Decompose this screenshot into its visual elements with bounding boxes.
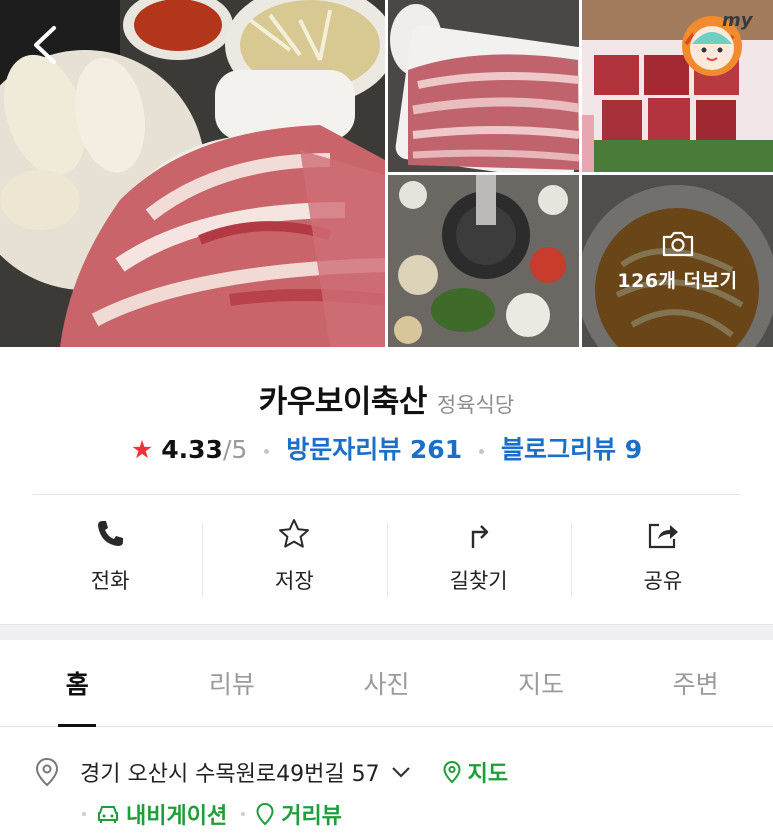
map-link-label: 지도	[467, 762, 509, 787]
rating-max: /5	[222, 435, 248, 464]
place-name: 카우보이축산	[258, 384, 428, 420]
address-sub-links: 내비게이션 거리뷰	[80, 798, 342, 830]
tab-photos[interactable]: 사진	[309, 640, 464, 726]
photo-gallery: 126개 더보기 my	[0, 0, 773, 347]
visitor-reviews-link[interactable]: 방문자리뷰 261	[286, 435, 462, 464]
directions-arrow-icon	[471, 525, 488, 548]
separator-dot	[241, 812, 246, 816]
phone-icon	[98, 521, 124, 546]
tab-nearby[interactable]: 주변	[618, 640, 773, 726]
directions-button[interactable]: 길찾기	[386, 509, 571, 609]
tab-map[interactable]: 지도	[464, 640, 619, 726]
tab-home[interactable]: 홈	[0, 640, 155, 727]
place-title-row: 카우보이축산 정육식당	[0, 376, 773, 421]
back-arrow-icon[interactable]	[26, 22, 66, 68]
camera-icon	[662, 231, 693, 256]
chevron-down-icon[interactable]	[390, 765, 412, 779]
directions-label: 길찾기	[449, 569, 508, 593]
map-link[interactable]: 지도	[442, 756, 508, 788]
tab-reviews[interactable]: 리뷰	[155, 640, 310, 726]
save-label: 저장	[275, 569, 314, 593]
call-button[interactable]: 전화	[18, 509, 202, 609]
separator-dot	[82, 812, 86, 816]
separator-dot	[264, 448, 270, 454]
address-row: 경기 오산시 수목원로49번길 57 지도	[34, 756, 508, 788]
my-profile-badge-icon[interactable]: my	[678, 4, 754, 80]
share-icon	[648, 523, 678, 549]
street-view-link[interactable]: 거리뷰	[255, 798, 342, 830]
save-button[interactable]: 저장	[202, 509, 386, 609]
address-text: 경기 오산시 수목원로49번길 57	[80, 762, 380, 787]
star-outline-icon	[279, 519, 310, 548]
rating-score: 4.33	[161, 435, 223, 464]
place-category: 정육식당	[436, 393, 515, 417]
location-pin-icon	[35, 757, 59, 787]
map-pin-icon	[443, 760, 461, 784]
divider	[33, 494, 740, 495]
street-view-link-label: 거리뷰	[281, 804, 342, 829]
tab-bar: 홈 리뷰 사진 지도 주변	[0, 640, 773, 727]
thumbnail-photo-1[interactable]	[388, 0, 579, 172]
more-photos-overlay[interactable]: 126개 더보기	[582, 175, 773, 347]
share-button[interactable]: 공유	[570, 509, 755, 609]
navigation-link-label: 내비게이션	[126, 804, 228, 829]
my-badge-text: my	[722, 10, 754, 31]
blog-reviews-link[interactable]: 블로그리뷰 9	[501, 435, 642, 464]
share-label: 공유	[643, 569, 683, 593]
action-bar: 전화 저장 길찾기 공유	[18, 509, 755, 609]
thumbnail-photo-3[interactable]	[388, 175, 579, 347]
navigation-link[interactable]: 내비게이션	[96, 798, 227, 830]
street-view-pin-icon	[256, 802, 274, 826]
separator-dot	[479, 448, 485, 454]
star-filled-icon: ★	[130, 435, 154, 464]
car-icon	[98, 806, 118, 823]
more-photos-label: 126개 더보기	[617, 269, 738, 292]
section-separator	[0, 624, 773, 640]
rating-row: ★ 4.33/5 방문자리뷰 261 블로그리뷰 9	[0, 430, 773, 466]
thumbnail-photo-more[interactable]: 126개 더보기	[582, 175, 773, 347]
call-label: 전화	[90, 569, 130, 593]
